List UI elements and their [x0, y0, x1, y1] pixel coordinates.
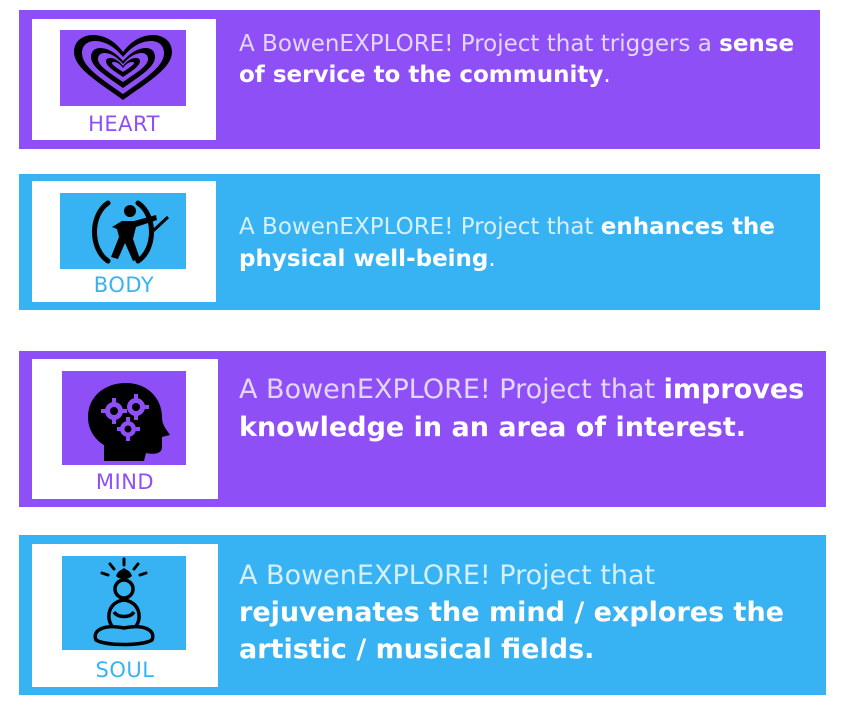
- soul-banner: SOUL A BowenEXPLORE! Project that rejuve…: [19, 535, 826, 695]
- heart-banner: HEART A BowenEXPLORE! Project that trigg…: [19, 10, 820, 149]
- heart-card: HEART: [32, 19, 216, 140]
- mind-description-lead: A BowenEXPLORE! Project that: [239, 374, 664, 405]
- heart-description-end: .: [603, 62, 611, 88]
- heart-description: A BowenEXPLORE! Project that triggers a …: [239, 29, 800, 91]
- body-banner: BODY A BowenEXPLORE! Project that enhanc…: [19, 174, 820, 310]
- mind-banner: MIND A BowenEXPLORE! Project that improv…: [19, 351, 826, 507]
- body-description-end: .: [488, 246, 496, 272]
- mind-label: MIND: [95, 470, 155, 494]
- soul-description-emphasis: rejuvenates the mind / explores the arti…: [239, 597, 784, 665]
- soul-card: SOUL: [32, 544, 218, 687]
- meditation-icon: [62, 556, 186, 650]
- soul-label: SOUL: [95, 658, 155, 682]
- mind-card: MIND: [32, 359, 218, 499]
- heart-label: HEART: [88, 112, 160, 136]
- archer-icon: [60, 193, 186, 269]
- heart-description-lead: A BowenEXPLORE! Project that triggers a: [239, 31, 720, 57]
- body-description-lead: A BowenEXPLORE! Project that: [239, 214, 601, 240]
- soul-description-lead: A BowenEXPLORE! Project that: [239, 560, 656, 591]
- body-card: BODY: [32, 181, 216, 302]
- head-gears-icon: [62, 371, 186, 465]
- mind-description: A BowenEXPLORE! Project that improves kn…: [239, 371, 806, 447]
- body-description: A BowenEXPLORE! Project that enhances th…: [239, 211, 800, 275]
- heart-icon: [60, 30, 186, 106]
- body-label: BODY: [93, 273, 155, 297]
- soul-description: A BowenEXPLORE! Project that rejuvenates…: [239, 557, 806, 668]
